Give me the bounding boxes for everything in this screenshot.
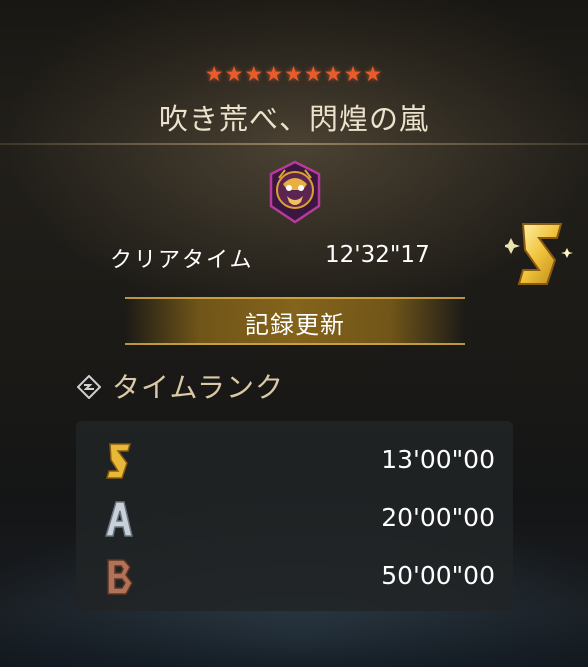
rank-a-icon [102, 499, 136, 539]
clear-time-label: クリアタイム [110, 248, 254, 273]
new-record-banner: 記録更新 [125, 297, 465, 345]
time-rank-icon [76, 374, 102, 400]
time-rank-panel: 13'00"00 20'00"00 50'00"00 [76, 421, 513, 611]
rank-b-icon [102, 557, 136, 597]
rank-s-time: 13'00"00 [381, 445, 495, 474]
quest-title: 吹き荒べ、閃煌の嵐 [158, 102, 429, 136]
rank-row-b: 50'00"00 [76, 547, 513, 603]
time-rank-header: タイムランク [112, 371, 285, 404]
rank-b-time: 50'00"00 [381, 561, 495, 590]
rank-row-a: 20'00"00 [76, 489, 513, 545]
achieved-rank-s-icon [502, 218, 575, 293]
rank-s-icon [102, 441, 136, 481]
title-divider [0, 143, 588, 145]
difficulty-stars: ★★★★★★★★★ [204, 62, 384, 86]
background-bottom [0, 610, 588, 667]
rank-row-s: 13'00"00 [76, 431, 513, 487]
clear-time-value: 12'32"17 [325, 242, 430, 268]
monster-emblem-icon [265, 160, 325, 224]
new-record-label: 記録更新 [245, 311, 345, 339]
rank-a-time: 20'00"00 [381, 503, 495, 532]
